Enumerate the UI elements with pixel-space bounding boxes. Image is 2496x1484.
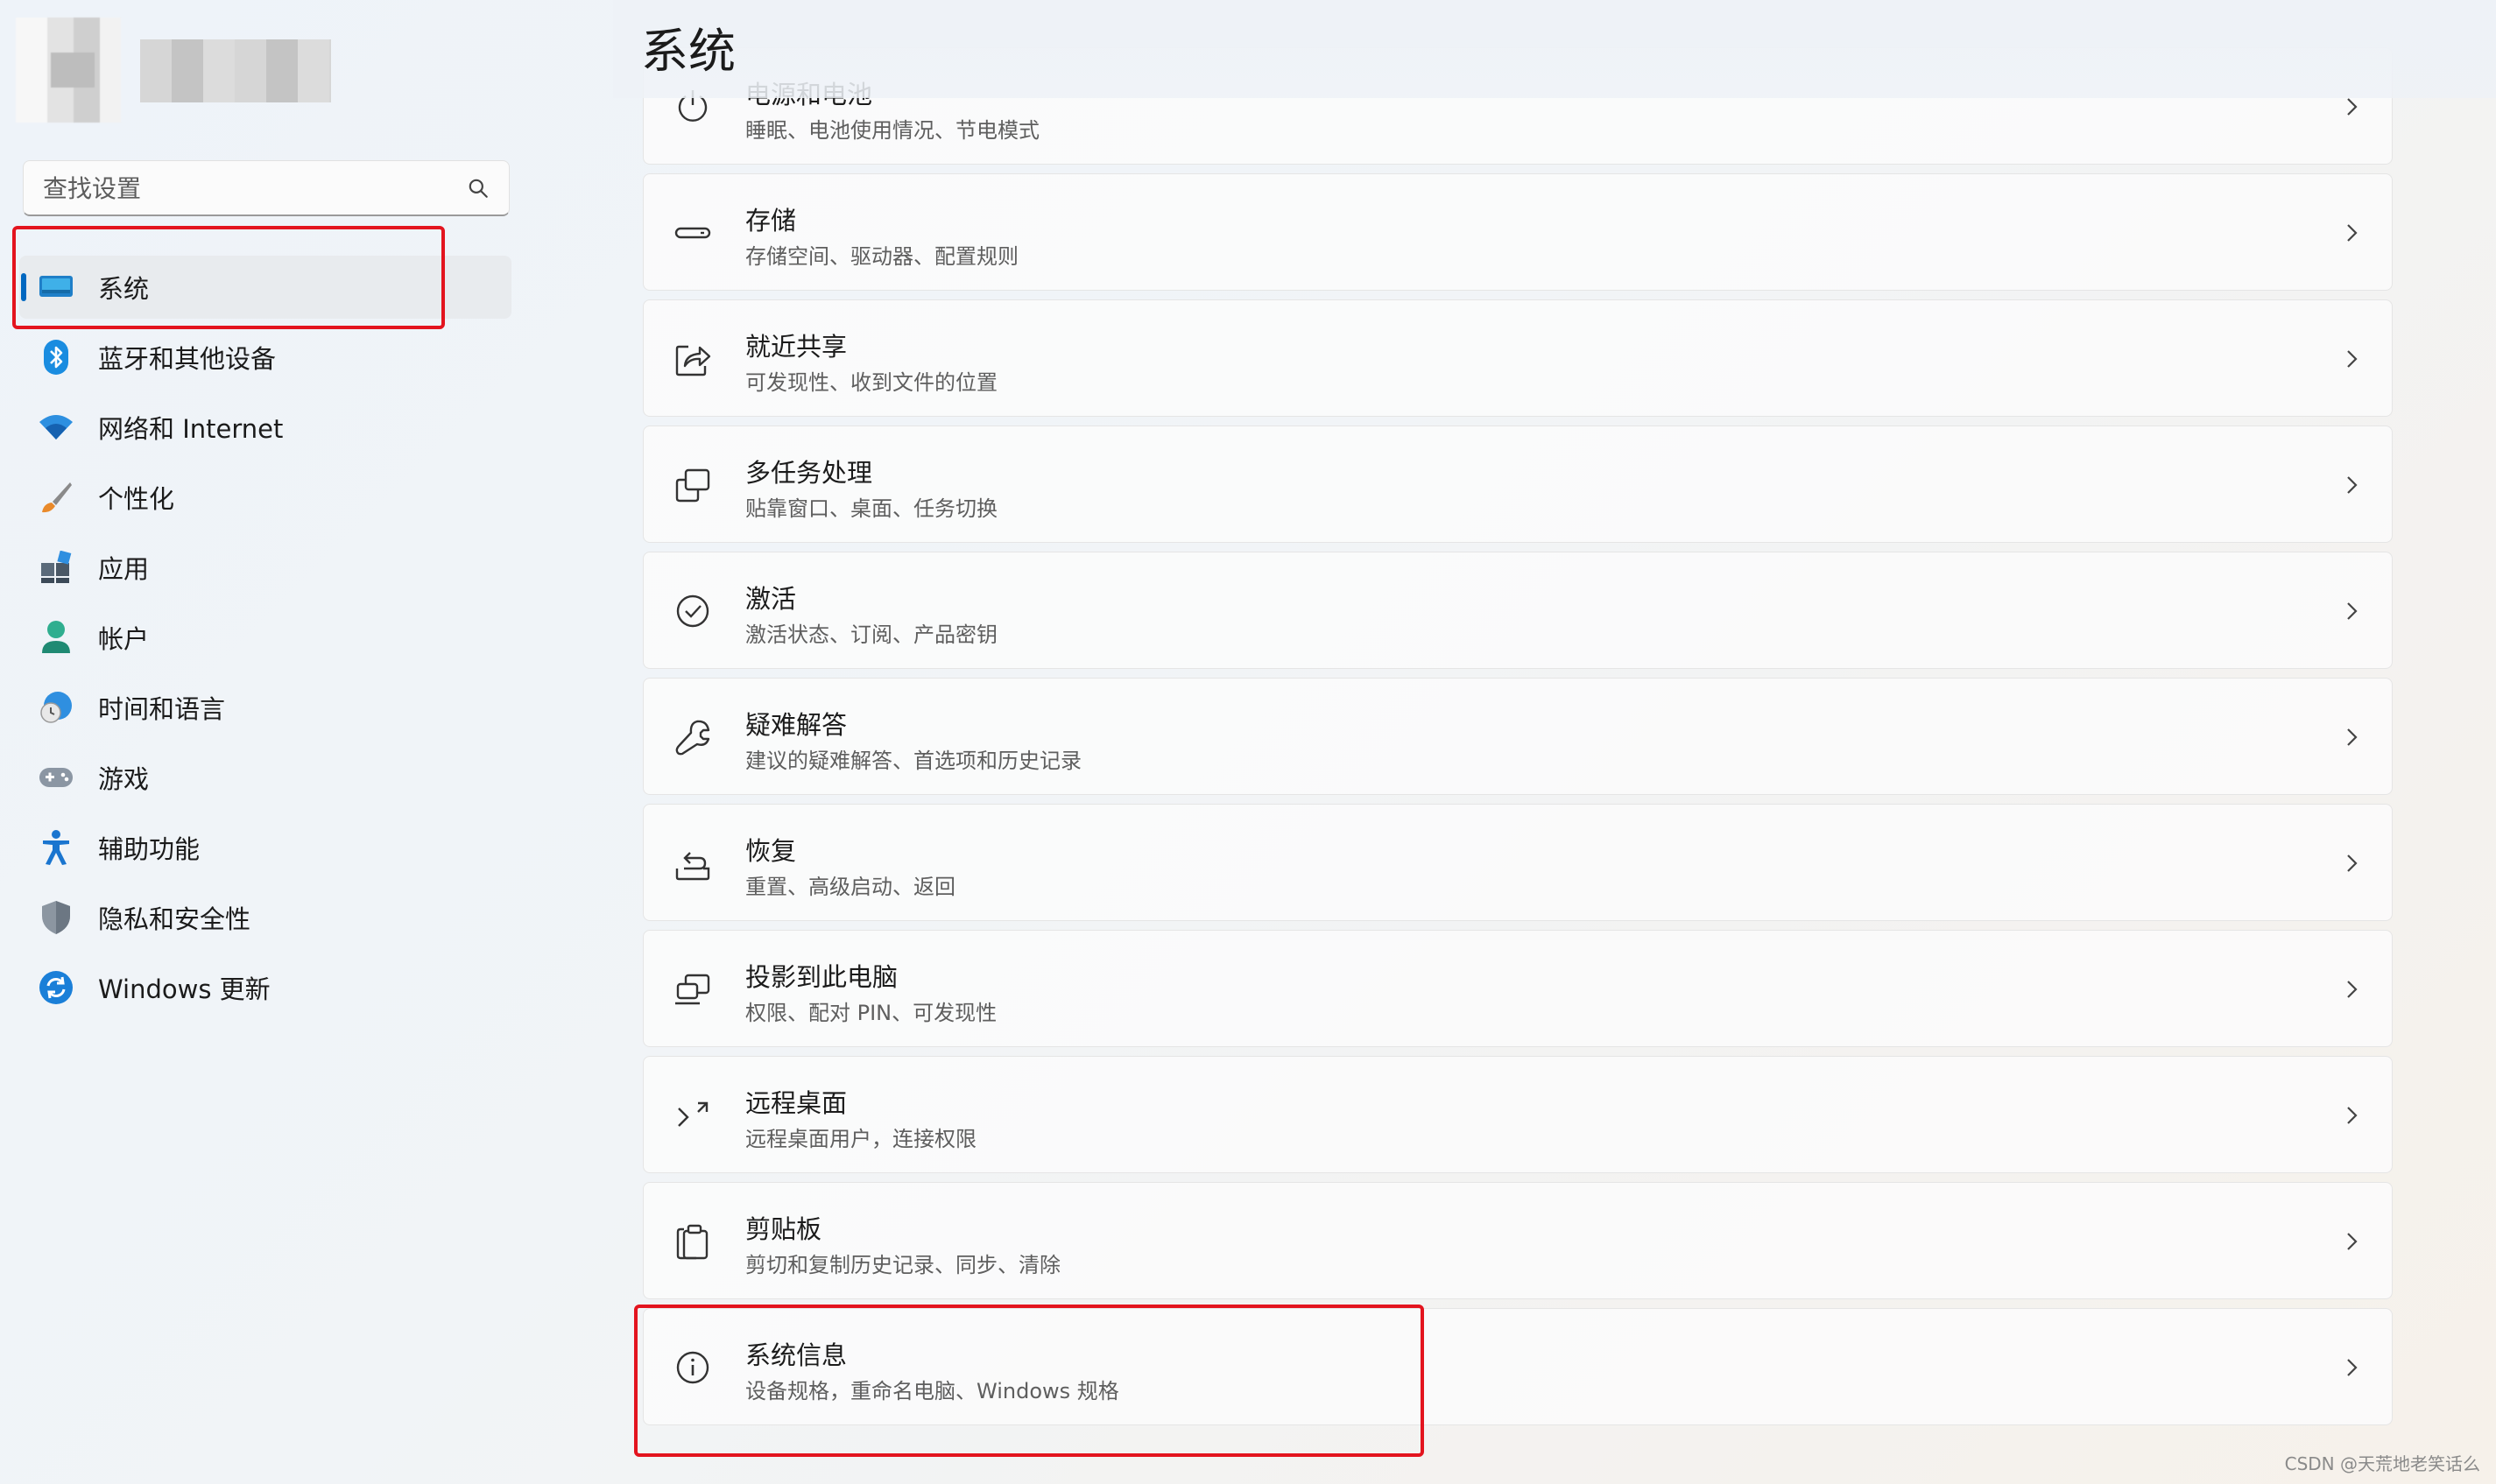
sidebar-item-accessibility[interactable]: 辅助功能 xyxy=(19,816,511,879)
sidebar-item-accounts[interactable]: 帐户 xyxy=(19,606,511,669)
card-subtitle: 可发现性、收到文件的位置 xyxy=(745,370,998,395)
card-power-battery[interactable]: 电源和电池 睡眠、电池使用情况、节电模式 xyxy=(643,47,2393,165)
card-subtitle: 远程桌面用户，连接权限 xyxy=(745,1127,977,1151)
chevron-right-icon xyxy=(2347,1359,2358,1376)
projection-icon xyxy=(675,974,710,1005)
card-subtitle: 睡眠、电池使用情况、节电模式 xyxy=(745,118,1040,143)
shield-icon xyxy=(37,898,75,937)
sidebar-item-label: 应用 xyxy=(98,554,150,584)
chevron-right-icon xyxy=(2347,1107,2358,1124)
sidebar-item-network[interactable]: 网络和 Internet xyxy=(19,396,511,459)
sidebar-item-windows-update[interactable]: Windows 更新 xyxy=(19,956,511,1019)
highlight-box-system xyxy=(12,226,445,329)
search-box[interactable] xyxy=(23,160,510,216)
sidebar-item-bluetooth[interactable]: 蓝牙和其他设备 xyxy=(19,326,511,389)
card-storage[interactable]: 存储 存储空间、驱动器、配置规则 xyxy=(643,173,2393,291)
card-multitasking[interactable]: 多任务处理 贴靠窗口、桌面、任务切换 xyxy=(643,426,2393,543)
sidebar-item-label: 时间和语言 xyxy=(98,694,226,724)
card-title: 激活 xyxy=(745,584,797,614)
user-profile[interactable] xyxy=(16,18,331,123)
check-circle-icon xyxy=(676,594,709,628)
sidebar-item-label: 个性化 xyxy=(98,484,175,514)
highlight-box-system-info xyxy=(634,1305,1424,1457)
chevron-right-icon xyxy=(2347,981,2358,998)
card-title: 远程桌面 xyxy=(745,1088,848,1118)
clipboard-icon xyxy=(676,1224,709,1260)
recovery-icon xyxy=(675,852,710,881)
sidebar-item-label: 蓝牙和其他设备 xyxy=(98,344,277,374)
card-recovery[interactable]: 恢复 重置、高级启动、返回 xyxy=(643,804,2393,921)
sidebar-item-personalization[interactable]: 个性化 xyxy=(19,466,511,529)
card-project-to-pc[interactable]: 投影到此电脑 权限、配对 PIN、可发现性 xyxy=(643,930,2393,1047)
update-icon xyxy=(37,968,75,1007)
gamepad-icon xyxy=(37,758,75,797)
brush-icon xyxy=(37,478,75,517)
chevron-right-icon xyxy=(2347,602,2358,620)
card-title: 多任务处理 xyxy=(745,458,873,488)
card-subtitle: 剪切和复制历史记录、同步、清除 xyxy=(745,1253,1061,1277)
sidebar-item-gaming[interactable]: 游戏 xyxy=(19,746,511,809)
sidebar-item-label: 网络和 Internet xyxy=(98,414,284,444)
sidebar-item-label: 隐私和安全性 xyxy=(98,904,251,934)
sidebar-item-apps[interactable]: 应用 xyxy=(19,536,511,599)
multitasking-icon xyxy=(675,468,710,503)
card-subtitle: 建议的疑难解答、首选项和历史记录 xyxy=(745,749,1082,773)
card-title: 电源和电池 xyxy=(745,80,873,109)
share-icon xyxy=(675,345,711,376)
sidebar-item-label: 辅助功能 xyxy=(98,834,201,864)
watermark: CSDN @天荒地老笑话么 xyxy=(2284,1453,2480,1474)
sidebar-item-label: Windows 更新 xyxy=(98,974,271,1004)
chevron-right-icon xyxy=(2347,98,2358,116)
card-troubleshoot[interactable]: 疑难解答 建议的疑难解答、首选项和历史记录 xyxy=(643,678,2393,795)
card-title: 疑难解答 xyxy=(745,710,848,740)
sidebar-item-label: 帐户 xyxy=(98,624,150,654)
sidebar-item-privacy[interactable]: 隐私和安全性 xyxy=(19,886,511,949)
card-clipboard[interactable]: 剪贴板 剪切和复制历史记录、同步、清除 xyxy=(643,1182,2393,1299)
settings-card-list: 电源和电池 睡眠、电池使用情况、节电模式 存储 存储空间、驱动器、配置规则 就近… xyxy=(643,47,2393,1434)
power-icon xyxy=(678,90,708,122)
card-subtitle: 贴靠窗口、桌面、任务切换 xyxy=(745,496,998,521)
card-remote-desktop[interactable]: 远程桌面 远程桌面用户，连接权限 xyxy=(643,1056,2393,1173)
chevron-right-icon xyxy=(2347,224,2358,242)
chevron-right-icon xyxy=(2347,476,2358,494)
chevron-right-icon xyxy=(2347,728,2358,746)
sidebar-nav: 系统 蓝牙和其他设备 网络和 Internet 个性化 应用 帐户 时间和语言 … xyxy=(19,256,511,1026)
apps-icon xyxy=(37,548,75,587)
accessibility-icon xyxy=(37,828,75,867)
account-icon xyxy=(37,618,75,657)
card-title: 剪贴板 xyxy=(745,1214,822,1244)
chevron-right-icon xyxy=(2347,1233,2358,1250)
bluetooth-icon xyxy=(37,338,75,376)
chevron-right-icon xyxy=(2347,855,2358,872)
card-title: 存储 xyxy=(745,206,797,236)
time-language-icon xyxy=(37,688,75,727)
card-subtitle: 重置、高级启动、返回 xyxy=(745,875,955,899)
user-name-blurred xyxy=(140,39,331,102)
card-subtitle: 权限、配对 PIN、可发现性 xyxy=(745,1001,998,1025)
card-subtitle: 激活状态、订阅、产品密钥 xyxy=(745,622,998,647)
card-nearby-sharing[interactable]: 就近共享 可发现性、收到文件的位置 xyxy=(643,299,2393,417)
card-title: 就近共享 xyxy=(745,332,848,362)
remote-desktop-icon xyxy=(678,1101,709,1127)
sidebar-item-label: 游戏 xyxy=(98,764,150,794)
wifi-icon xyxy=(37,408,75,447)
avatar xyxy=(16,18,121,123)
sidebar-item-time-language[interactable]: 时间和语言 xyxy=(19,676,511,739)
search-input[interactable] xyxy=(41,161,456,215)
chevron-right-icon xyxy=(2347,350,2358,368)
wrench-icon xyxy=(675,720,710,756)
card-activation[interactable]: 激活 激活状态、订阅、产品密钥 xyxy=(643,552,2393,669)
card-title: 投影到此电脑 xyxy=(745,962,899,992)
storage-icon xyxy=(674,227,711,239)
card-title: 恢复 xyxy=(745,836,797,866)
search-icon xyxy=(469,179,488,198)
card-subtitle: 存储空间、驱动器、配置规则 xyxy=(745,244,1019,269)
page-title: 系统 xyxy=(641,24,736,79)
